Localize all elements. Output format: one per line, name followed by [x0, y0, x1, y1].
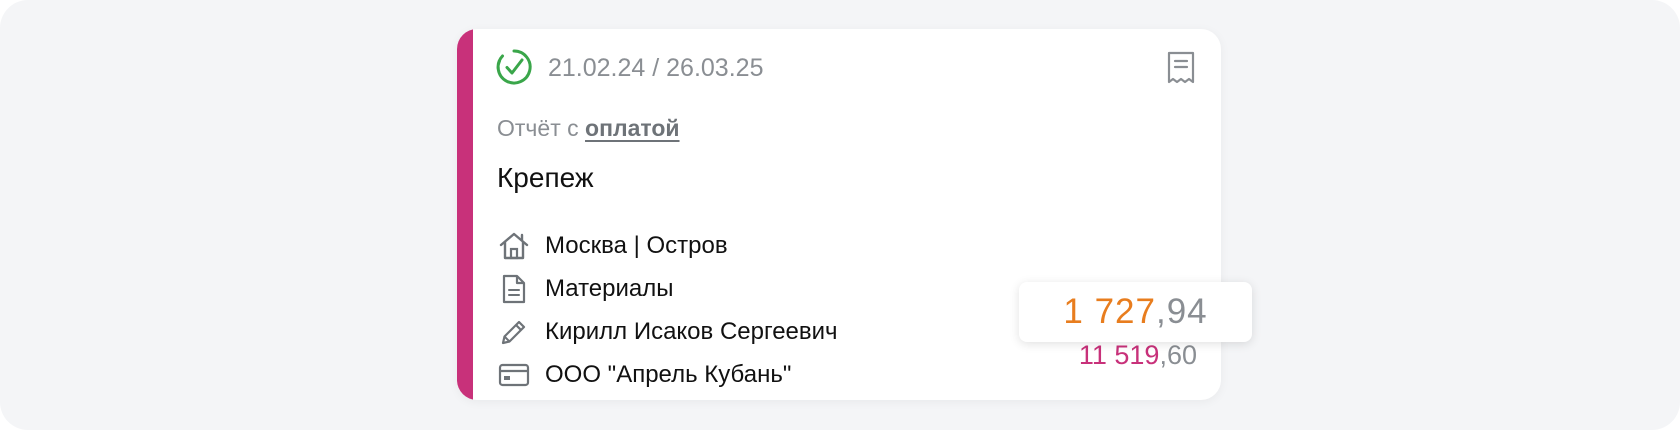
detail-text-category: Материалы	[545, 275, 674, 302]
pencil-icon	[497, 315, 531, 349]
background-frame: 21.02.24 / 26.03.25 Отчёт с оплатой Креп…	[0, 0, 1680, 430]
total-amount-fraction: ,60	[1159, 340, 1197, 370]
detail-text-company: ООО "Апрель Кубань"	[545, 361, 792, 388]
card-accent-bar	[457, 29, 473, 400]
total-amount: 11 519,60	[1079, 340, 1197, 371]
detail-text-author: Кирилл Исаков Сергеевич	[545, 318, 838, 345]
card-title: Крепеж	[497, 162, 594, 193]
receipt-icon[interactable]	[1166, 51, 1196, 85]
date-range: 21.02.24 / 26.03.25	[548, 54, 764, 82]
payment-link[interactable]: оплатой	[585, 115, 680, 141]
detail-text-location: Москва | Остров	[545, 232, 728, 259]
tooltip-amount-fraction: ,94	[1155, 292, 1208, 331]
amount-tooltip: 1 727,94	[1019, 282, 1252, 342]
tooltip-amount-integer: 1 727	[1063, 292, 1156, 331]
detail-row-category: Материалы	[497, 272, 674, 306]
report-card[interactable]: 21.02.24 / 26.03.25 Отчёт с оплатой Креп…	[457, 29, 1221, 400]
detail-row-author: Кирилл Исаков Сергеевич	[497, 315, 838, 349]
home-icon	[497, 229, 531, 263]
report-prefix: Отчёт с	[497, 115, 579, 141]
document-icon	[497, 272, 531, 306]
status-check-icon	[496, 49, 532, 85]
total-amount-integer: 11 519	[1078, 340, 1160, 370]
detail-row-company: ООО "Апрель Кубань"	[497, 358, 791, 392]
detail-row-location: Москва | Остров	[497, 229, 728, 263]
report-status-line: Отчёт с оплатой	[497, 113, 680, 143]
credit-card-icon	[497, 358, 531, 392]
